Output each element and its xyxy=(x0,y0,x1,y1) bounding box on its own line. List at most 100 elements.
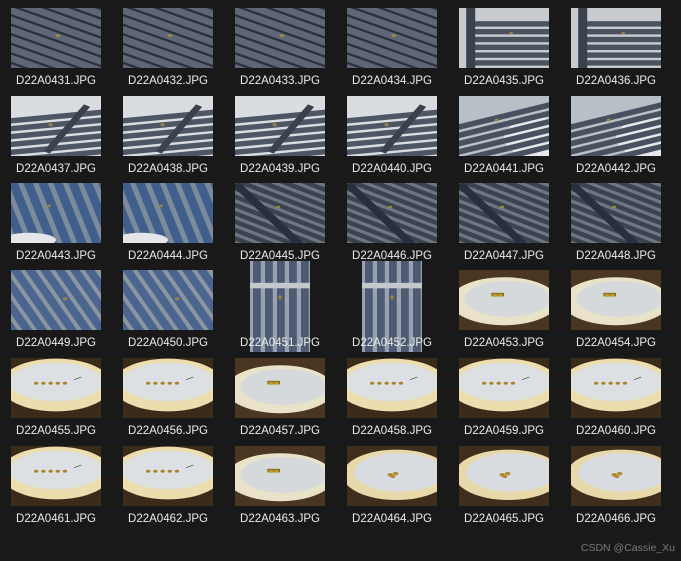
file-thumbnail-item[interactable]: D22A0461.JPG xyxy=(0,438,112,526)
thumbnail-image[interactable] xyxy=(11,270,101,330)
thumbnail-image[interactable] xyxy=(459,446,549,506)
file-thumbnail-item[interactable]: D22A0432.JPG xyxy=(112,0,224,88)
file-name-label: D22A0461.JPG xyxy=(16,513,96,525)
thumbnail-image[interactable] xyxy=(459,183,549,243)
file-thumbnail-item[interactable]: D22A0437.JPG xyxy=(0,88,112,176)
file-name-label: D22A0444.JPG xyxy=(128,250,208,262)
file-thumbnail-item[interactable]: D22A0452.JPG xyxy=(336,261,448,352)
thumbnail-image[interactable] xyxy=(123,270,213,330)
file-thumbnail-item[interactable]: D22A0445.JPG xyxy=(224,174,336,262)
file-thumbnail-item[interactable]: D22A0433.JPG xyxy=(224,0,336,88)
file-name-label: D22A0453.JPG xyxy=(464,337,544,349)
file-thumbnail-item[interactable]: D22A0440.JPG xyxy=(336,88,448,176)
file-name-label: D22A0431.JPG xyxy=(16,75,96,87)
file-thumbnail-item[interactable]: D22A0442.JPG xyxy=(560,88,672,176)
thumbnail-image[interactable] xyxy=(459,8,549,68)
thumbnail-image[interactable] xyxy=(123,183,213,243)
file-thumbnail-item[interactable]: D22A0458.JPG xyxy=(336,350,448,438)
thumbnail-image[interactable] xyxy=(347,446,437,506)
thumbnail-image[interactable] xyxy=(11,8,101,68)
file-thumbnail-item[interactable]: D22A0435.JPG xyxy=(448,0,560,88)
thumbnail-image[interactable] xyxy=(347,358,437,418)
file-name-label: D22A0450.JPG xyxy=(128,337,208,349)
file-thumbnail-item[interactable]: D22A0431.JPG xyxy=(0,0,112,88)
file-name-label: D22A0456.JPG xyxy=(128,425,208,437)
thumbnail-image[interactable] xyxy=(11,96,101,156)
file-name-label: D22A0433.JPG xyxy=(240,75,320,87)
thumbnail-image[interactable] xyxy=(11,183,101,243)
thumbnail-image[interactable] xyxy=(347,96,437,156)
file-thumbnail-item[interactable]: D22A0439.JPG xyxy=(224,88,336,176)
file-thumbnail-item[interactable]: D22A0454.JPG xyxy=(560,262,672,350)
thumbnail-image[interactable] xyxy=(571,8,661,68)
thumbnail-image[interactable] xyxy=(571,270,661,330)
file-thumbnail-item[interactable]: D22A0462.JPG xyxy=(112,438,224,526)
file-thumbnail-item[interactable]: D22A0449.JPG xyxy=(0,262,112,350)
file-thumbnail-item[interactable]: D22A0438.JPG xyxy=(112,88,224,176)
file-thumbnail-item[interactable]: D22A0459.JPG xyxy=(448,350,560,438)
thumbnail-image[interactable] xyxy=(235,96,325,156)
thumbnail-image[interactable] xyxy=(571,446,661,506)
thumbnail-image[interactable] xyxy=(235,358,325,418)
thumbnail-image[interactable] xyxy=(347,8,437,68)
file-name-label: D22A0451.JPG xyxy=(240,337,320,349)
file-name-label: D22A0452.JPG xyxy=(352,337,432,349)
file-name-label: D22A0460.JPG xyxy=(576,425,656,437)
file-thumbnail-item[interactable]: D22A0456.JPG xyxy=(112,350,224,438)
thumbnail-image[interactable] xyxy=(459,270,549,330)
file-thumbnail-item[interactable]: D22A0450.JPG xyxy=(112,262,224,350)
thumbnail-image[interactable] xyxy=(123,446,213,506)
thumbnail-image[interactable] xyxy=(459,96,549,156)
file-name-label: D22A0457.JPG xyxy=(240,425,320,437)
file-name-label: D22A0435.JPG xyxy=(464,75,544,87)
thumbnail-image[interactable] xyxy=(571,96,661,156)
file-thumbnail-item[interactable]: D22A0460.JPG xyxy=(560,350,672,438)
file-name-label: D22A0462.JPG xyxy=(128,513,208,525)
file-thumbnail-item[interactable]: D22A0434.JPG xyxy=(336,0,448,88)
file-name-label: D22A0466.JPG xyxy=(576,513,656,525)
file-name-label: D22A0434.JPG xyxy=(352,75,432,87)
watermark: CSDN @Cassie_Xu xyxy=(580,542,675,554)
file-thumbnail-item[interactable]: D22A0441.JPG xyxy=(448,88,560,176)
file-thumbnail-item[interactable]: D22A0451.JPG xyxy=(224,261,336,352)
thumbnail-image[interactable] xyxy=(123,96,213,156)
file-thumbnail-item[interactable]: D22A0457.JPG xyxy=(224,350,336,438)
thumbnail-image[interactable] xyxy=(347,183,437,243)
file-thumbnail-item[interactable]: D22A0465.JPG xyxy=(448,438,560,526)
thumbnail-image[interactable] xyxy=(11,358,101,418)
file-thumbnail-item[interactable]: D22A0453.JPG xyxy=(448,262,560,350)
thumbnail-image[interactable] xyxy=(235,183,325,243)
file-name-label: D22A0443.JPG xyxy=(16,250,96,262)
thumbnail-image[interactable] xyxy=(235,8,325,68)
file-thumbnail-item[interactable]: D22A0443.JPG xyxy=(0,174,112,262)
thumbnail-image[interactable] xyxy=(123,8,213,68)
thumbnail-image[interactable] xyxy=(571,183,661,243)
file-name-label: D22A0447.JPG xyxy=(464,250,544,262)
file-name-label: D22A0465.JPG xyxy=(464,513,544,525)
file-thumbnail-item[interactable]: D22A0448.JPG xyxy=(560,174,672,262)
file-thumbnail-item[interactable]: D22A0464.JPG xyxy=(336,438,448,526)
file-name-label: D22A0463.JPG xyxy=(240,513,320,525)
file-thumbnail-item[interactable]: D22A0446.JPG xyxy=(336,174,448,262)
file-thumbnail-item[interactable]: D22A0444.JPG xyxy=(112,174,224,262)
file-name-label: D22A0459.JPG xyxy=(464,425,544,437)
thumbnail-image[interactable] xyxy=(235,446,325,506)
file-name-label: D22A0432.JPG xyxy=(128,75,208,87)
thumbnail-image[interactable] xyxy=(11,446,101,506)
thumbnail-image[interactable] xyxy=(123,358,213,418)
file-thumbnail-item[interactable]: D22A0436.JPG xyxy=(560,0,672,88)
file-name-label: D22A0436.JPG xyxy=(576,75,656,87)
file-name-label: D22A0448.JPG xyxy=(576,250,656,262)
file-name-label: D22A0464.JPG xyxy=(352,513,432,525)
thumbnail-grid: D22A0431.JPG D22A0432.JPG D22A0433.JPG D22A… xyxy=(0,0,681,561)
thumbnail-image[interactable] xyxy=(459,358,549,418)
file-thumbnail-item[interactable]: D22A0466.JPG xyxy=(560,438,672,526)
file-name-label: D22A0449.JPG xyxy=(16,337,96,349)
file-name-label: D22A0454.JPG xyxy=(576,337,656,349)
file-thumbnail-item[interactable]: D22A0447.JPG xyxy=(448,174,560,262)
file-thumbnail-item[interactable]: D22A0463.JPG xyxy=(224,438,336,526)
file-name-label: D22A0458.JPG xyxy=(352,425,432,437)
file-thumbnail-item[interactable]: D22A0455.JPG xyxy=(0,350,112,438)
file-name-label: D22A0455.JPG xyxy=(16,425,96,437)
thumbnail-image[interactable] xyxy=(571,358,661,418)
